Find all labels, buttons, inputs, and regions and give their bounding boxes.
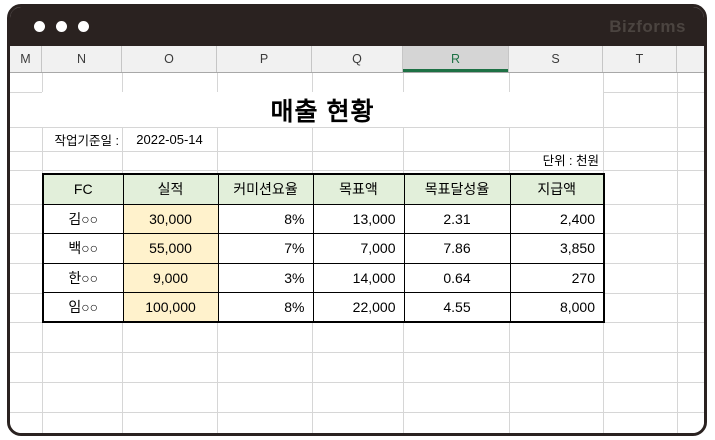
cell-achievement[interactable]: 0.64 [403, 262, 511, 293]
window-control-dot[interactable] [56, 21, 67, 32]
cell-performance[interactable]: 9,000 [122, 262, 219, 293]
column-header-p[interactable]: P [217, 46, 312, 72]
window-control-dot[interactable] [34, 21, 45, 32]
cell-performance[interactable]: 55,000 [122, 233, 219, 264]
window-controls [34, 21, 89, 32]
column-header-bar: M N O P Q R S T [10, 46, 704, 73]
cell-commission[interactable]: 8% [217, 203, 314, 234]
cell-target[interactable]: 13,000 [312, 203, 405, 234]
page-title[interactable]: 매출 현황 [42, 92, 603, 127]
table-row: 김○○ 30,000 8% 13,000 2.31 2,400 [42, 203, 605, 234]
cell-performance[interactable]: 100,000 [122, 292, 219, 323]
sheet-grid: 매출 현황 작업기준일 : 2022-05-14 단위 : 천원 FC 실적 커… [10, 73, 704, 433]
table-header-commission[interactable]: 커미션요율 [217, 173, 314, 205]
table-header-payment[interactable]: 지급액 [509, 173, 605, 205]
column-header-q[interactable]: Q [312, 46, 403, 72]
column-header-t[interactable]: T [603, 46, 677, 72]
cell-target[interactable]: 14,000 [312, 262, 405, 293]
gridline [10, 412, 704, 413]
cell-commission[interactable]: 7% [217, 233, 314, 264]
cell-fc[interactable]: 백○○ [42, 233, 124, 264]
table-row: 백○○ 55,000 7% 7,000 7.86 3,850 [42, 233, 605, 264]
cell-fc[interactable]: 임○○ [42, 292, 124, 323]
date-label-cell[interactable]: 작업기준일 : [42, 127, 122, 151]
column-header-s[interactable]: S [509, 46, 603, 72]
date-value-cell[interactable]: 2022-05-14 [122, 127, 217, 151]
cell-payment[interactable]: 2,400 [509, 203, 605, 234]
column-header-filler [677, 46, 704, 72]
column-header-m[interactable]: M [10, 46, 42, 72]
table-header-fc[interactable]: FC [42, 173, 124, 205]
column-header-o[interactable]: O [122, 46, 217, 72]
cell-commission[interactable]: 8% [217, 292, 314, 323]
cell-target[interactable]: 7,000 [312, 233, 405, 264]
cell-target[interactable]: 22,000 [312, 292, 405, 323]
cell-fc[interactable]: 김○○ [42, 203, 124, 234]
cell-payment[interactable]: 270 [509, 262, 605, 293]
gridline [10, 352, 704, 353]
table-header-achievement[interactable]: 목표달성율 [403, 173, 511, 205]
gridline [10, 382, 704, 383]
table-row: 임○○ 100,000 8% 22,000 4.55 8,000 [42, 292, 605, 323]
table-header-row: FC 실적 커미션요율 목표액 목표달성율 지급액 [42, 173, 605, 205]
cell-payment[interactable]: 3,850 [509, 233, 605, 264]
unit-label[interactable]: 단위 : 천원 [509, 149, 603, 170]
app-window: Bizforms M N O P Q R S T 매출 현황 작업기준일: 2… [7, 4, 707, 436]
gridline [10, 170, 704, 171]
column-header-n[interactable]: N [42, 46, 122, 72]
titlebar: Bizforms [10, 7, 704, 46]
sales-table: FC 실적 커미션요율 목표액 목표달성율 지급액 김○○ 30,000 8% … [42, 173, 605, 323]
window-control-dot[interactable] [78, 21, 89, 32]
cell-performance[interactable]: 30,000 [122, 203, 219, 234]
cell-achievement[interactable]: 4.55 [403, 292, 511, 323]
table-header-performance[interactable]: 실적 [122, 173, 219, 205]
cell-fc[interactable]: 한○○ [42, 262, 124, 293]
brand-logo: Bizforms [609, 16, 686, 36]
cell-payment[interactable]: 8,000 [509, 292, 605, 323]
cell-commission[interactable]: 3% [217, 262, 314, 293]
cell-achievement[interactable]: 7.86 [403, 233, 511, 264]
column-header-r-selected[interactable]: R [403, 46, 509, 72]
table-header-target[interactable]: 목표액 [312, 173, 405, 205]
table-row: 한○○ 9,000 3% 14,000 0.64 270 [42, 262, 605, 293]
cell-achievement[interactable]: 2.31 [403, 203, 511, 234]
